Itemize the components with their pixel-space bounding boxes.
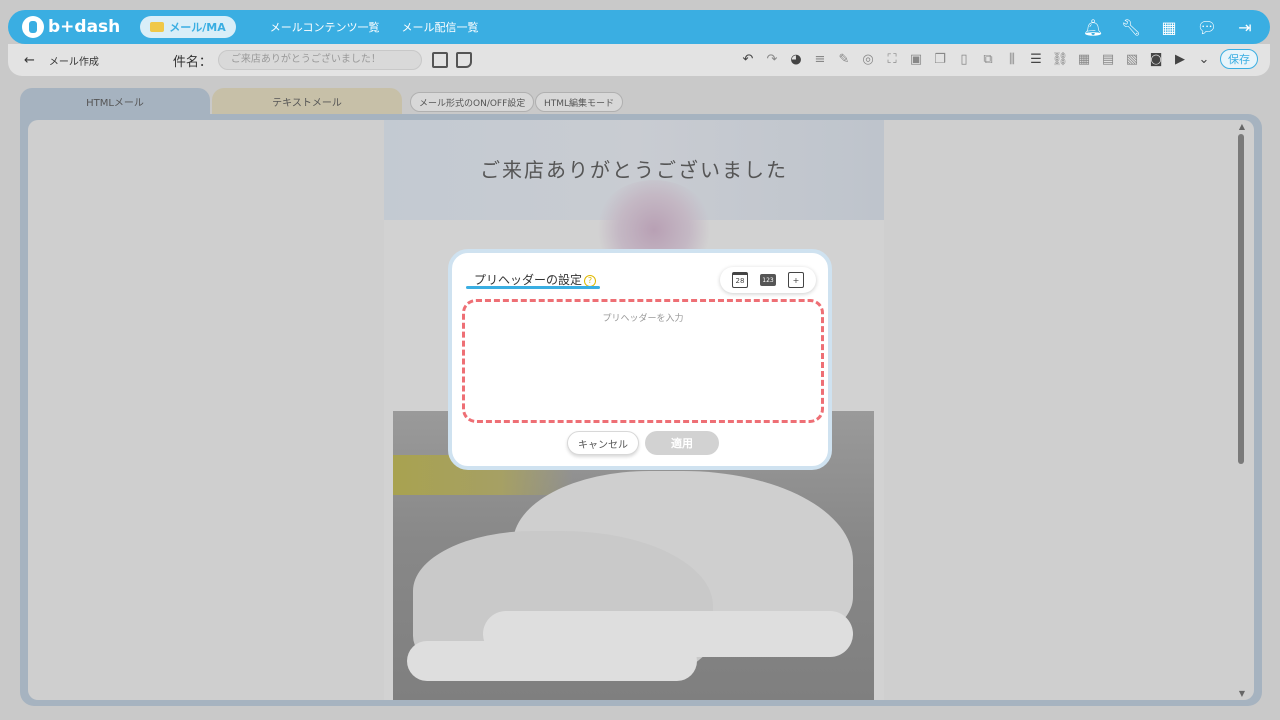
note-add-icon[interactable]: ▧ [1124,51,1140,67]
hero-title: ご来店ありがとうございました [480,158,788,182]
dialog-title-text: プリヘッダーの設定 [474,273,583,287]
chevron-down-icon[interactable]: ⌄ [1196,51,1212,67]
copy-icon[interactable]: ❐ [932,51,948,67]
nav-mail-delivery[interactable]: メール配信一覧 [402,19,479,35]
top-icons: 🔔︎ 🔧︎ ▦ 💬︎ ⇥ [1082,16,1256,38]
calendar-icon[interactable]: 28 [732,272,748,288]
logo[interactable]: b+dash [22,16,120,38]
calendar-icon[interactable]: ▦ [1076,51,1092,67]
preheader-input-wrapper [462,299,824,423]
save-button[interactable]: 保存 [1220,49,1258,69]
fullscreen-icon[interactable]: ⛶ [884,51,900,67]
preview-window-icon[interactable] [431,52,448,68]
play-icon[interactable]: ▶ [1172,51,1188,67]
tab-html-mail[interactable]: HTMLメール [20,88,210,114]
align-icon[interactable]: ≡ [812,51,828,67]
mail-ma-label: メール/MA [169,21,226,34]
preheader-dialog: プリヘッダーの設定? 28 123 + キャンセル 適用 [448,249,832,470]
pen-icon[interactable]: ✎ [836,51,852,67]
grid-icon[interactable]: ▦ [1158,16,1180,38]
redo-icon[interactable]: ↷ [764,51,780,67]
rows-icon[interactable]: ☰ [1028,51,1044,67]
link-icon[interactable]: ⛓ [1052,51,1069,67]
preheader-input[interactable] [465,302,821,420]
subject-input[interactable]: ご来店ありがとうございました！ [217,50,422,70]
sneaker-front-sole [407,641,697,681]
wrench-icon[interactable]: 🔧︎ [1120,16,1142,38]
scroll-up-arrow[interactable]: ▲ [1239,122,1245,131]
envelope-icon [150,22,165,32]
trash-icon[interactable]: ▯ [956,51,972,67]
contact-icon[interactable]: ◙ [1148,51,1164,67]
subject-label: 件名： [172,54,212,70]
format-toggle-button[interactable]: メール形式のON/OFF設定 [410,92,535,112]
sub-header: ← メール作成 件名： ご来店ありがとうございました！ ↶ ↷ ◕ ≡ ✎ ◎ … [8,44,1270,76]
scroll-down-arrow[interactable]: ▼ [1239,689,1245,698]
apply-button[interactable]: 適用 [645,431,719,455]
mail-ma-button[interactable]: メール/MA [140,16,236,38]
logo-icon [22,16,44,38]
undo-icon[interactable]: ↶ [740,51,756,67]
cancel-button[interactable]: キャンセル [567,431,639,455]
schedule-icon[interactable] [455,52,472,68]
number-icon[interactable]: 123 [760,274,776,286]
help-icon[interactable]: ? [584,274,597,287]
top-nav: b+dash メール/MA メールコンテンツ一覧 メール配信一覧 🔔︎ 🔧︎ ▦… [8,10,1270,44]
number-icon[interactable]: ▤ [1100,51,1116,67]
target-icon[interactable]: ◎ [860,51,876,67]
tab-text-mail[interactable]: テキストメール [212,88,402,114]
bell-icon[interactable]: 🔔︎ [1082,16,1104,38]
html-edit-mode-button[interactable]: HTML編集モード [535,92,624,112]
palette-icon[interactable]: ◕ [788,51,804,67]
vertical-scrollbar[interactable] [1238,134,1244,464]
columns-icon[interactable]: ⫼ [1004,51,1020,67]
duplicate-icon[interactable]: ⧉ [980,51,996,67]
logo-text: b+dash [48,17,121,37]
image-icon[interactable]: ▣ [908,51,924,67]
editor-toolbar: ↶ ↷ ◕ ≡ ✎ ◎ ⛶ ▣ ❐ ▯ ⧉ ⫼ ☰ ⛓ ▦ ▤ ▧ ◙ ▶ ⌄ … [740,49,1258,69]
logout-icon[interactable]: ⇥ [1234,16,1256,38]
back-button[interactable]: ← [24,53,35,68]
note-add-icon[interactable]: + [788,272,804,288]
page-title: メール作成 [48,56,99,68]
dialog-toolbar: 28 123 + [720,267,816,293]
title-underline [466,286,600,289]
nav-mail-contents[interactable]: メールコンテンツ一覧 [270,19,380,35]
chat-icon[interactable]: 💬︎ [1196,16,1218,38]
